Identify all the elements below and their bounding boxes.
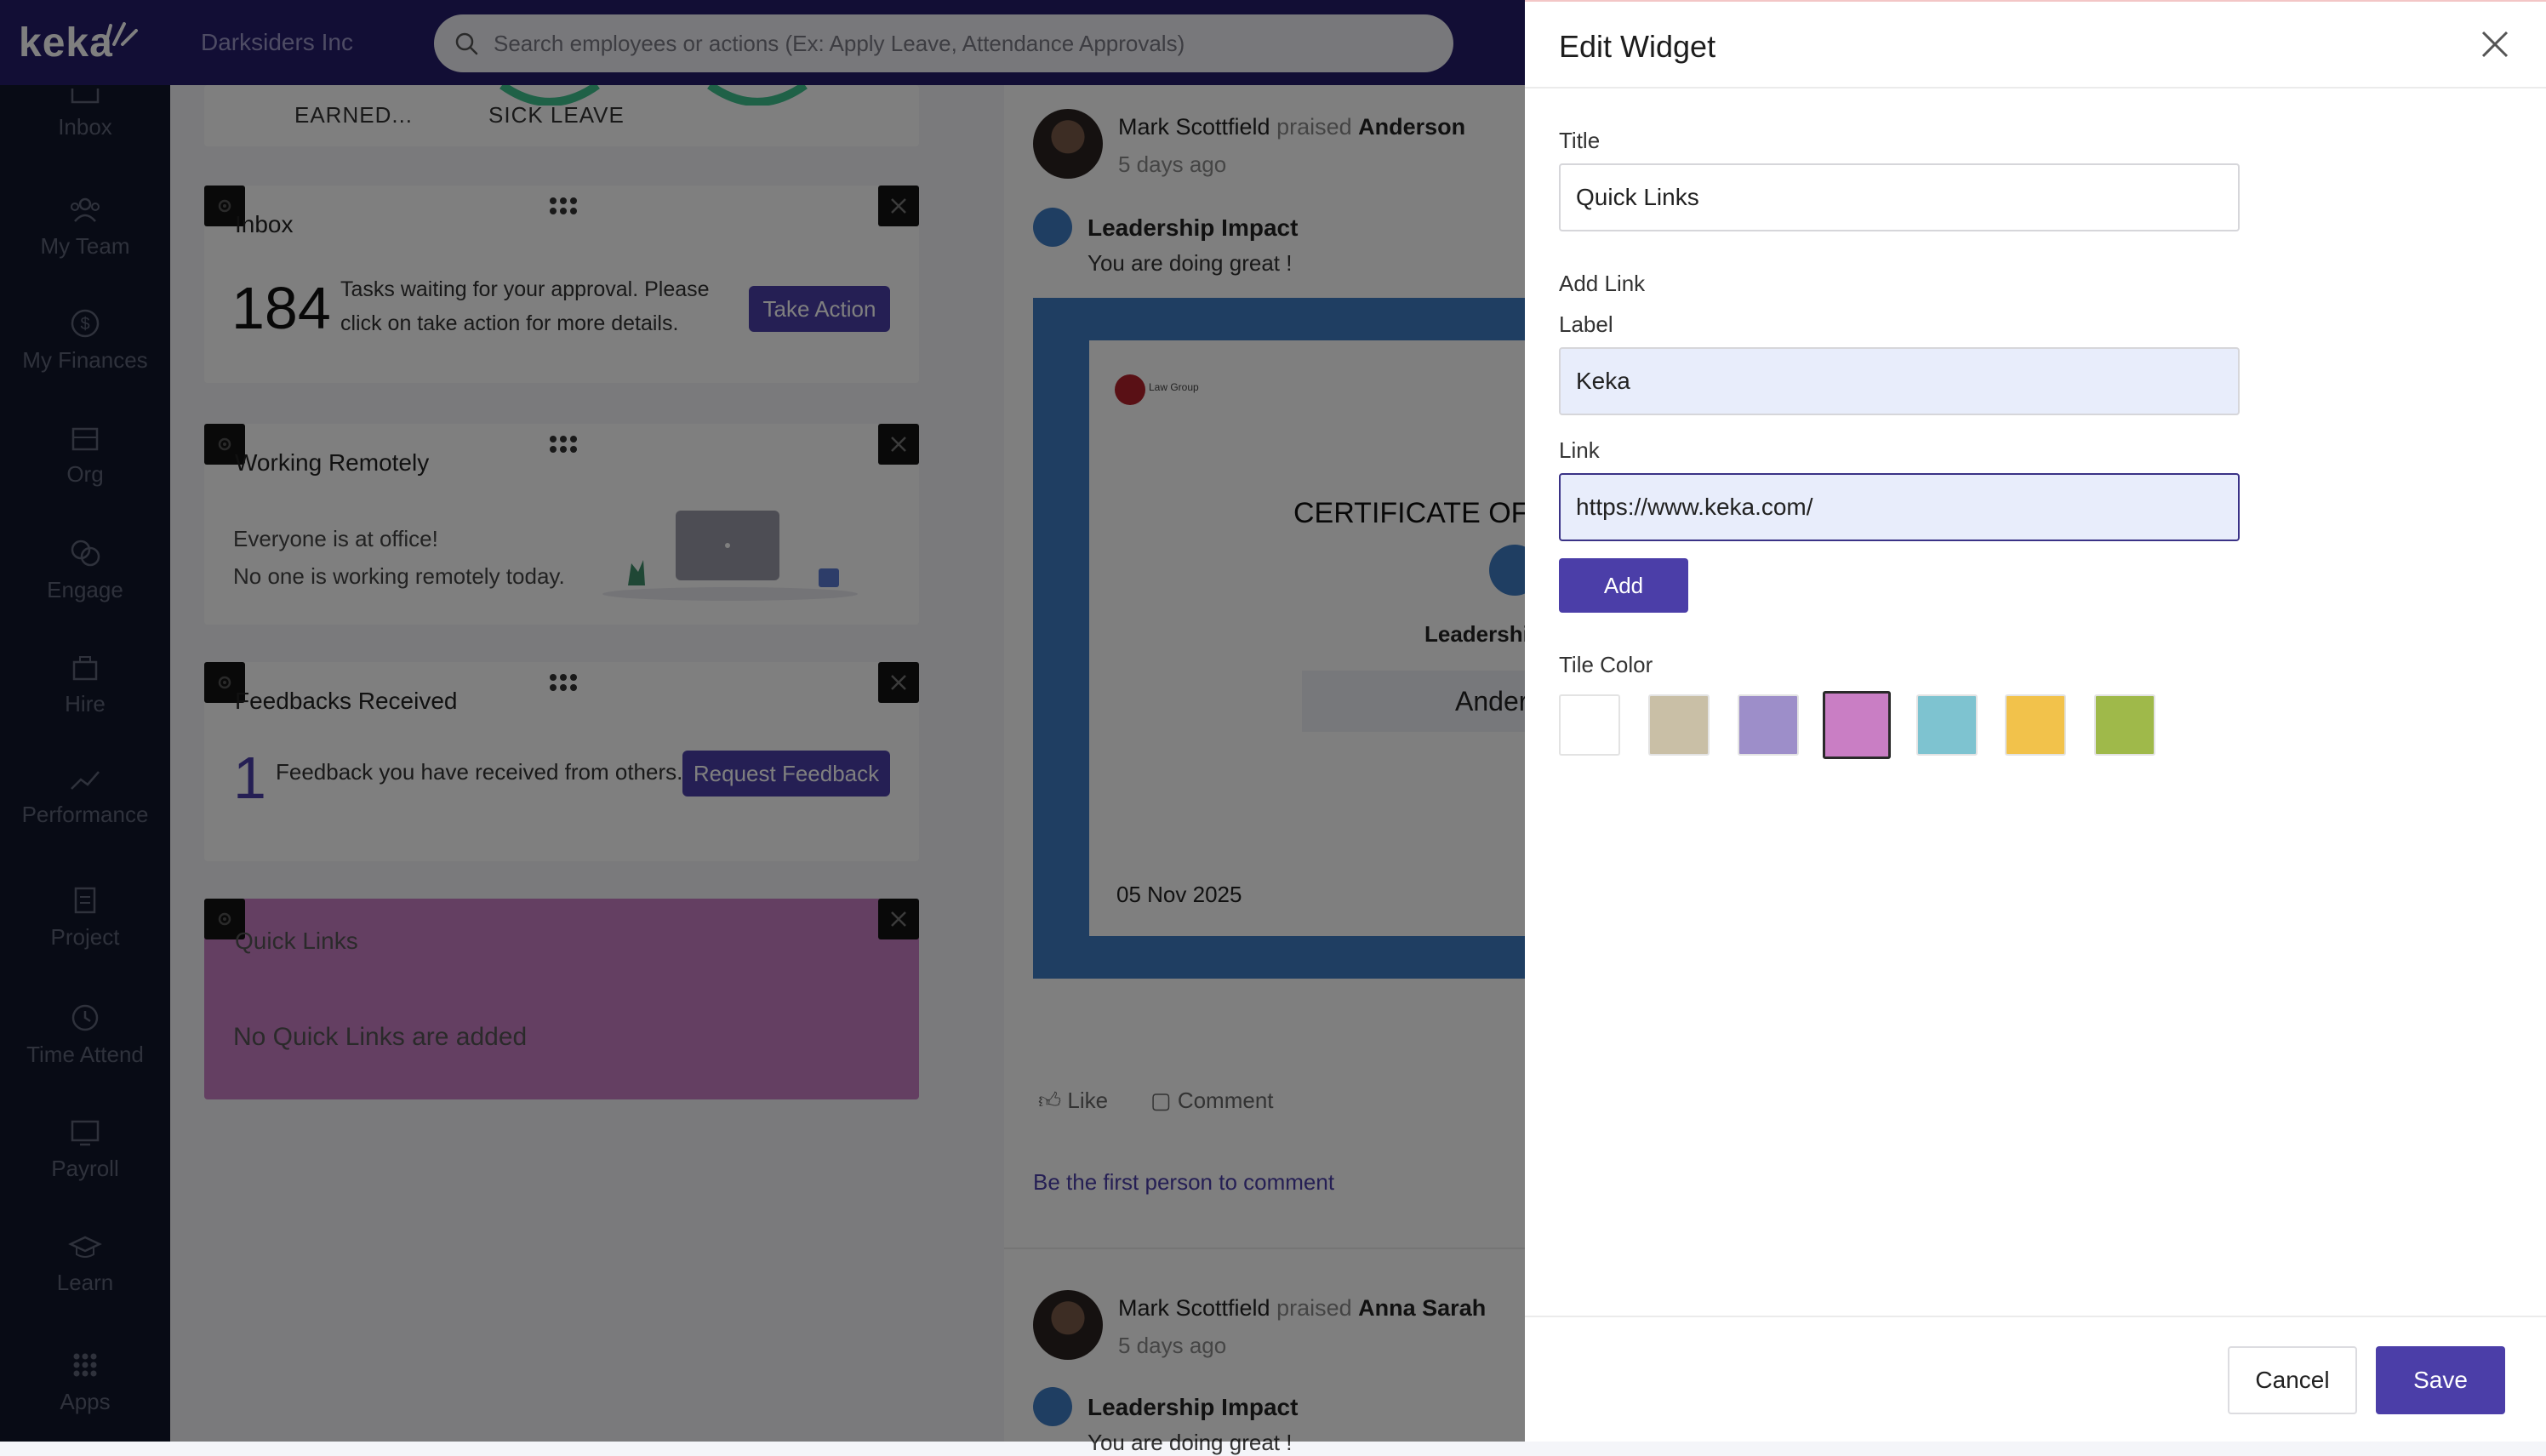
link-label-input[interactable] — [1559, 347, 2240, 415]
panel-title: Edit Widget — [1559, 29, 1716, 64]
panel-header-divider — [1525, 87, 2546, 89]
modal-backdrop[interactable] — [0, 0, 1525, 1442]
link-label: Link — [1559, 437, 1600, 463]
color-swatch-lavender[interactable] — [1738, 694, 1799, 756]
label-label: Label — [1559, 311, 1613, 337]
save-button[interactable]: Save — [2376, 1346, 2505, 1414]
color-swatch-green[interactable] — [2094, 694, 2155, 756]
link-url-input[interactable] — [1559, 473, 2240, 541]
close-icon[interactable] — [2478, 27, 2512, 61]
cancel-button[interactable]: Cancel — [2228, 1346, 2357, 1414]
color-swatch-pink-selected[interactable] — [1823, 691, 1891, 759]
color-swatch-yellow[interactable] — [2005, 694, 2066, 756]
add-link-heading: Add Link — [1559, 271, 1646, 296]
add-link-button[interactable]: Add — [1559, 558, 1688, 613]
edit-widget-panel: Edit Widget Title Add Link Label Link Ad… — [1525, 0, 2546, 1442]
tile-color-label: Tile Color — [1559, 652, 1653, 677]
color-swatch-beige[interactable] — [1648, 694, 1710, 756]
color-swatch-white[interactable] — [1559, 694, 1620, 756]
title-input[interactable] — [1559, 163, 2240, 231]
title-label: Title — [1559, 128, 1601, 153]
panel-footer-divider — [1525, 1316, 2546, 1317]
color-swatch-teal[interactable] — [1916, 694, 1978, 756]
